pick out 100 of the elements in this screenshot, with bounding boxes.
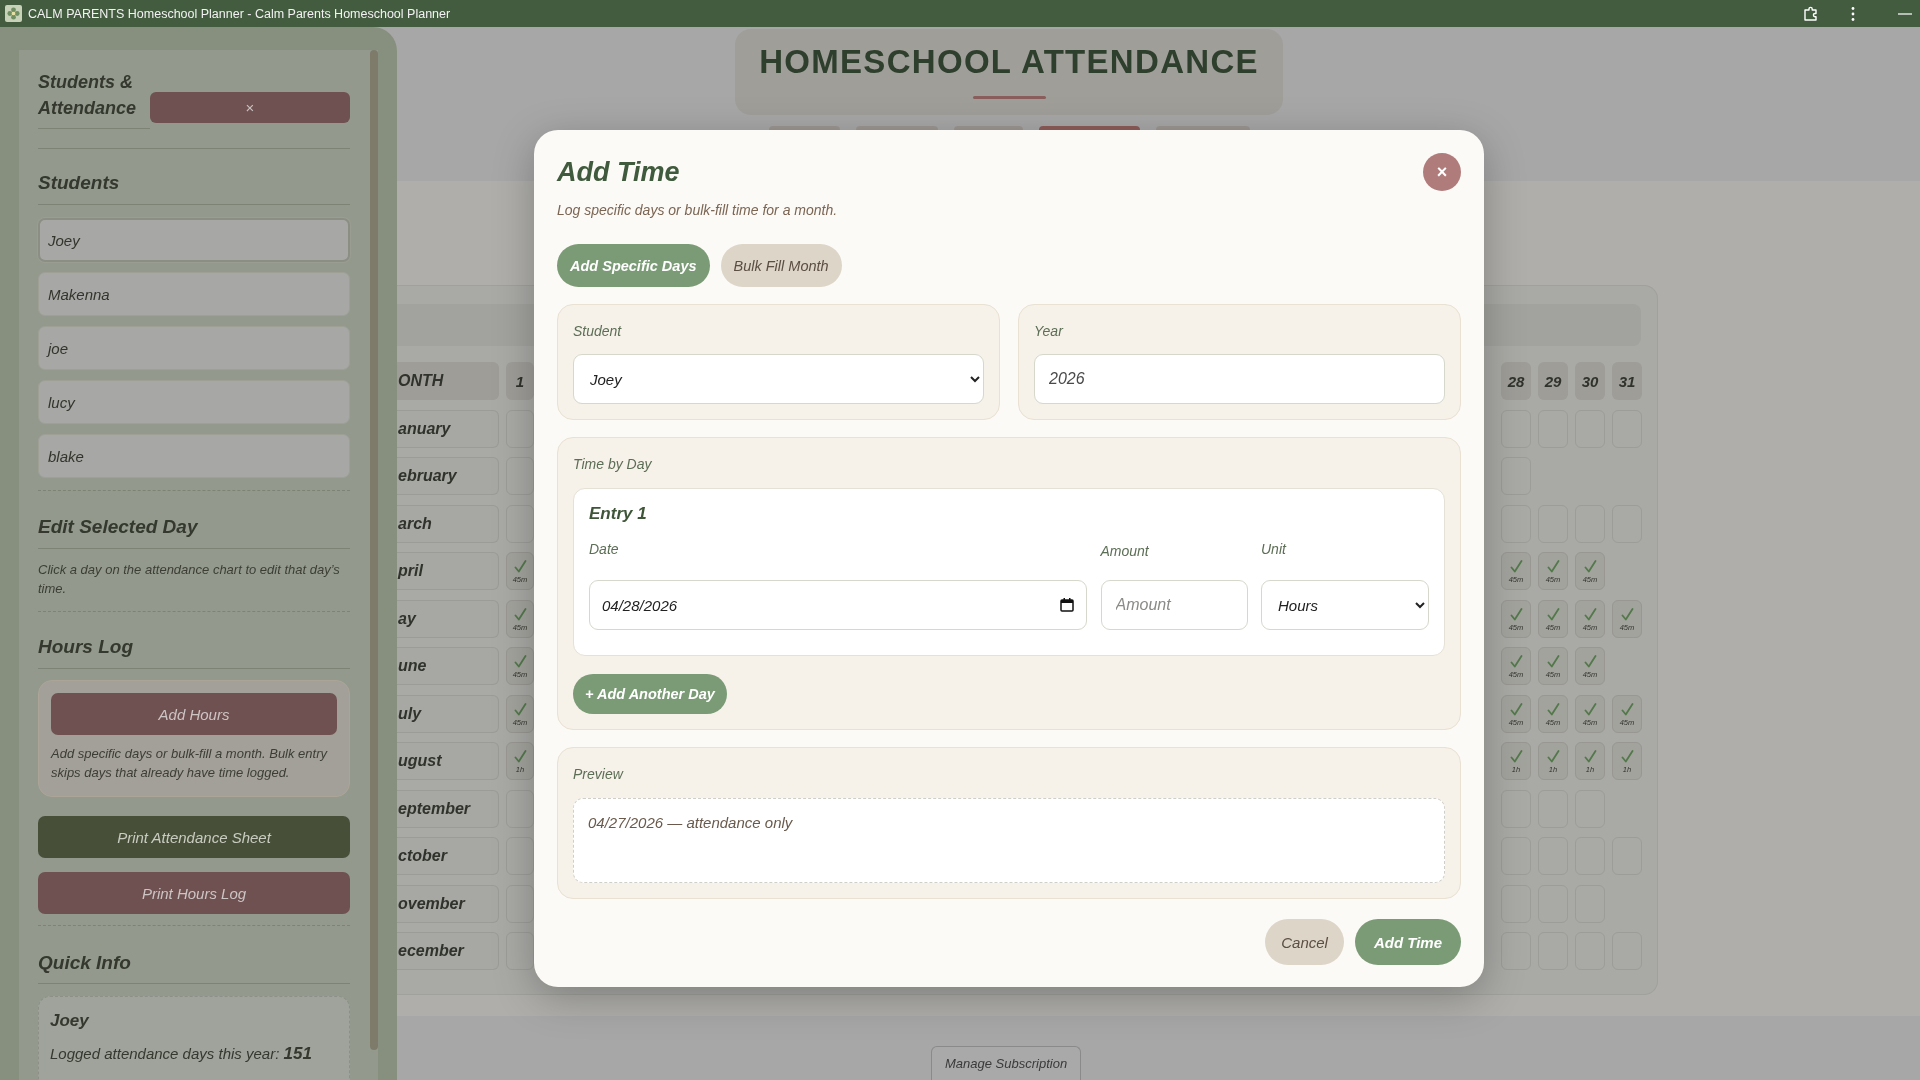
field-label: Unit (1261, 540, 1288, 559)
mode-tab[interactable]: Bulk Fill Month (720, 244, 842, 287)
column-header: 29 (1538, 362, 1568, 400)
column-header: 31 (1612, 362, 1642, 400)
preview-line: 04/27/2026 — attendance only (588, 813, 794, 833)
attendance-stat: Logged attendance days this year: 151 (50, 1043, 313, 1065)
dialog-subtitle: Log specific days or bulk-fill time for a month. (557, 201, 839, 219)
print-button[interactable]: Print Attendance Sheet (38, 816, 350, 858)
print-button[interactable]: Print Hours Log (38, 872, 350, 914)
student-item[interactable]: Makenna (38, 272, 350, 316)
day-cell[interactable] (506, 884, 534, 923)
day-cell[interactable] (506, 789, 534, 828)
field-label: Amount (1100, 542, 1150, 560)
check-icon (1546, 560, 1560, 573)
check-icon (1509, 702, 1523, 716)
check-icon (1583, 560, 1597, 573)
field-label: Year (1034, 322, 1065, 340)
close-sidebar-button[interactable]: × (150, 92, 350, 123)
month-cell: ay (397, 599, 499, 638)
section-heading: Hours Log (38, 635, 134, 659)
check-icon (1583, 607, 1597, 621)
nav-button[interactable] (954, 126, 1023, 130)
field-label: Preview (573, 765, 625, 783)
column-header: 28 (1501, 362, 1531, 400)
unit-select[interactable]: Hours (1261, 580, 1429, 630)
cancel-button[interactable]: Cancel (1265, 919, 1344, 965)
submit-button[interactable]: Add Time (1354, 919, 1461, 965)
month-cell: uly (397, 694, 499, 733)
day-cell[interactable] (506, 932, 534, 970)
amount-input[interactable]: Amount (1100, 580, 1248, 630)
check-icon (1509, 607, 1523, 621)
day-cell[interactable] (506, 409, 534, 448)
field-label: Date (589, 540, 620, 559)
sidebar-title: Students & Attendance (38, 71, 137, 120)
field-label: Student (573, 322, 623, 340)
month-cell: pril (397, 552, 499, 590)
check-icon (1583, 702, 1597, 716)
student-item[interactable]: blake (38, 434, 350, 478)
check-icon (1509, 750, 1523, 763)
check-icon (1509, 655, 1523, 668)
flower-icon (5, 5, 22, 22)
date-field[interactable]: 04/28/2026 (589, 580, 1087, 630)
check-icon (513, 655, 527, 668)
check-icon (1620, 607, 1634, 621)
month-cell: ebruary (397, 457, 499, 495)
check-icon (1546, 702, 1560, 716)
check-icon (1620, 750, 1634, 763)
month-cell: une (397, 647, 499, 685)
entry-title: Entry 1 (589, 504, 648, 524)
mode-tab[interactable]: Add Specific Days (557, 244, 710, 287)
month-cell: anuary (397, 409, 499, 448)
month-cell: ctober (397, 837, 499, 875)
scrollbar-thumb[interactable] (370, 50, 378, 1050)
student-item[interactable]: lucy (38, 380, 350, 424)
dialog-title: Add Time (557, 156, 680, 188)
check-icon (1620, 702, 1634, 716)
check-icon (513, 560, 527, 573)
add-hours-button[interactable]: Add Hours (51, 693, 337, 735)
column-header: ONTH (397, 362, 499, 400)
check-icon (1509, 560, 1523, 573)
month-cell: ecember (397, 932, 499, 970)
section-heading: Quick Info (38, 951, 132, 975)
day-cell[interactable] (506, 457, 534, 495)
check-icon (513, 607, 527, 621)
nav-button[interactable] (1039, 126, 1140, 130)
month-cell: ovember (397, 884, 499, 923)
puzzle-icon[interactable] (1803, 5, 1819, 22)
month-cell: ugust (397, 742, 499, 780)
check-icon (513, 750, 527, 763)
section-heading: Edit Selected Day (38, 515, 199, 539)
check-icon (1546, 655, 1560, 668)
minimize-icon[interactable] (1898, 12, 1912, 15)
nav-button[interactable] (856, 126, 938, 130)
day-cell[interactable] (506, 837, 534, 875)
close-button[interactable]: × (1423, 153, 1461, 191)
student-name: Joey (50, 1010, 90, 1032)
check-icon (1546, 750, 1560, 763)
student-item[interactable]: Joey (38, 218, 350, 262)
nav-button[interactable] (769, 126, 840, 130)
check-icon (1583, 655, 1597, 668)
manage-subscription-button[interactable]: Manage Subscription (931, 1046, 1082, 1080)
column-header: 1 (506, 362, 534, 400)
edit-day-hint: Click a day on the attendance chart to edit that day’s time. (38, 561, 341, 598)
column-header: 30 (1575, 362, 1605, 400)
calendar-icon (1060, 598, 1074, 612)
check-icon (1583, 750, 1597, 763)
nav-button[interactable] (1156, 126, 1250, 130)
month-cell: arch (397, 504, 499, 543)
add-another-day-button[interactable]: + Add Another Day (573, 674, 727, 714)
window-title: CALM PARENTS Homeschool Planner - Calm Parents Homeschool Planner (28, 6, 451, 21)
section-heading: Students (38, 171, 121, 195)
student-select[interactable]: Joey (573, 354, 984, 404)
hours-log-hint: Add specific days or bulk-fill a month. Bulk entry skips days that already have time logged. (51, 745, 329, 782)
check-icon (513, 702, 527, 716)
check-icon (1546, 607, 1560, 621)
field-label: Time by Day (573, 455, 653, 473)
month-cell: eptember (397, 789, 499, 828)
year-input[interactable]: 2026 (1034, 354, 1445, 404)
student-item[interactable]: joe (38, 326, 350, 370)
day-cell[interactable] (506, 504, 534, 543)
